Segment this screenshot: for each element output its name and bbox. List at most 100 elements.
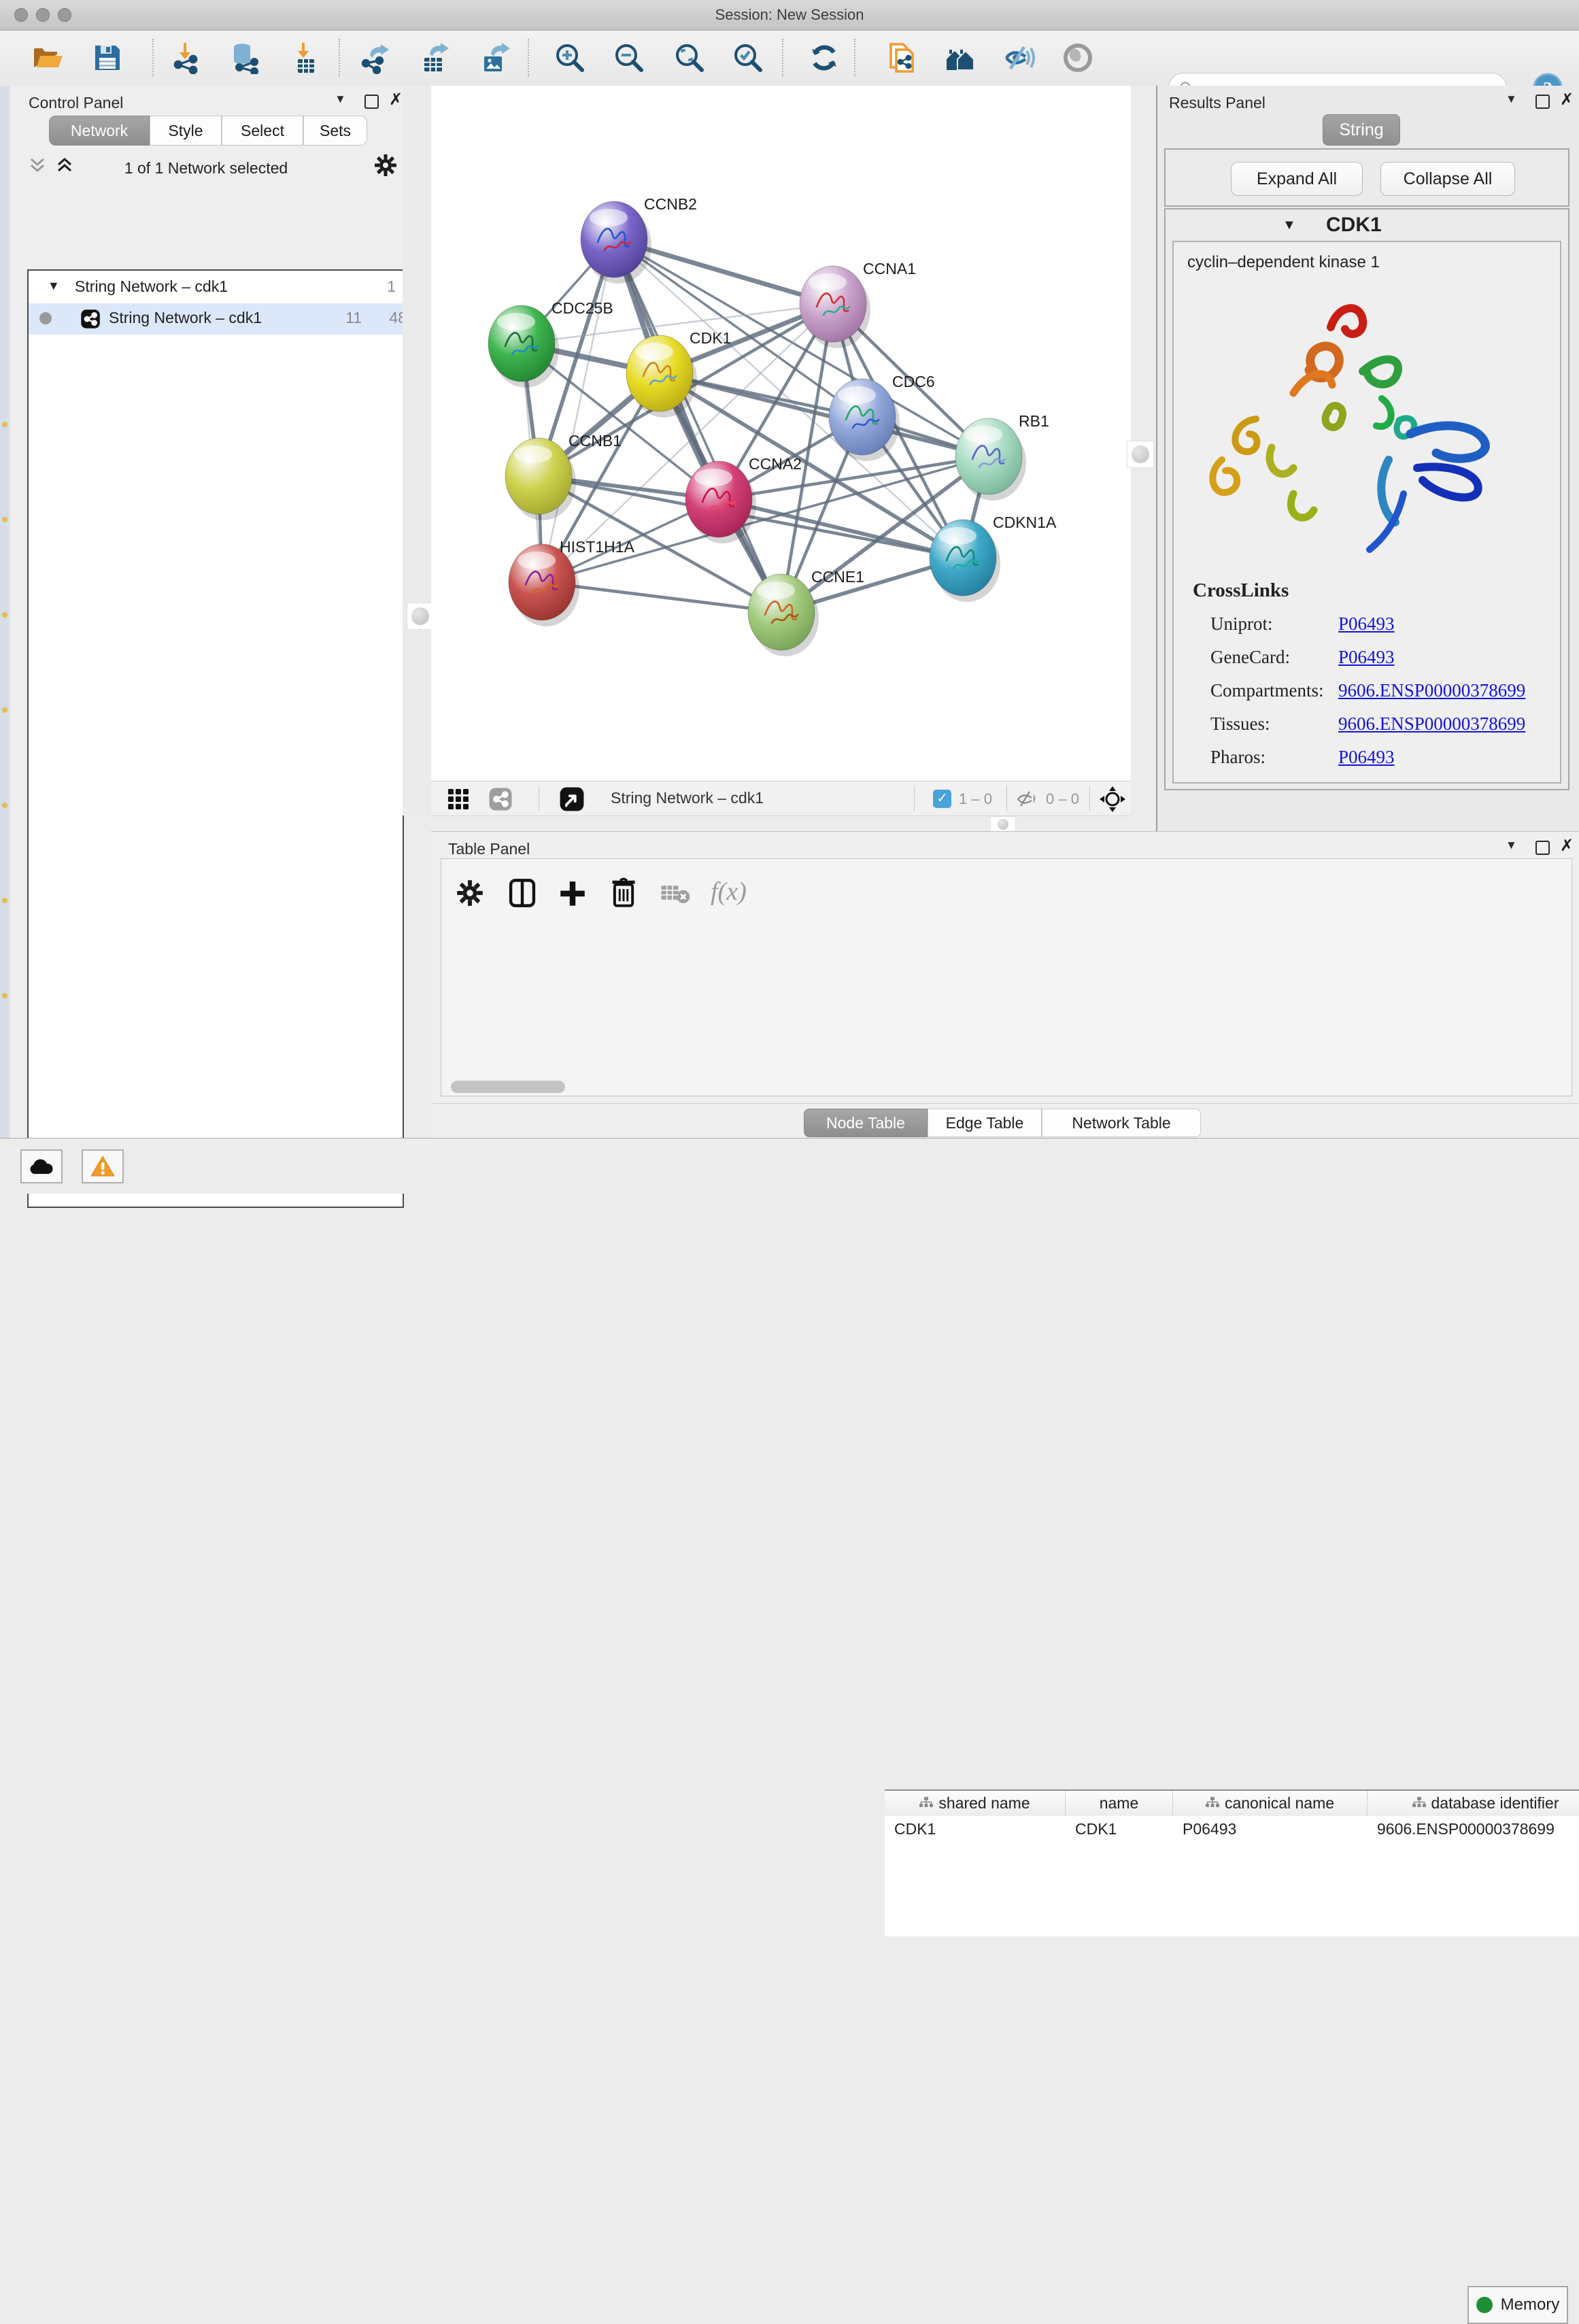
table-row[interactable]: CDK1CDK1P064939606.ENSP00000378699cyclin… [885, 1816, 1579, 1843]
table-cell: 9606.ENSP00000378699 [1368, 1816, 1579, 1843]
table-rows: CDK1CDK1P064939606.ENSP00000378699cyclin… [885, 1816, 1579, 1843]
node-CCNA1[interactable] [800, 266, 870, 348]
zoom-fit-icon[interactable] [673, 41, 706, 74]
column-header-name[interactable]: name [1066, 1791, 1173, 1816]
crosslink-link[interactable]: P06493 [1338, 747, 1395, 768]
splitter-handle[interactable] [990, 816, 1016, 832]
clone-network-icon[interactable] [885, 41, 918, 74]
fit-content-crosshair-icon[interactable] [1099, 786, 1126, 813]
table-panel-float-icon[interactable] [1535, 841, 1550, 855]
import-network-file-icon[interactable] [170, 41, 203, 74]
tab-edge-table[interactable]: Edge Table [928, 1109, 1042, 1137]
tab-network-table[interactable]: Network Table [1042, 1109, 1201, 1137]
splitter-handle[interactable] [407, 603, 434, 630]
results-panel-close-icon[interactable]: ✗ [1560, 90, 1574, 110]
network-row-selected[interactable]: String Network – cdk1 11 48 [29, 303, 403, 335]
horizontal-scrollbar[interactable] [451, 1081, 565, 1093]
control-panel-close-icon[interactable]: ✗ [389, 90, 403, 110]
show-columns-icon[interactable] [508, 878, 537, 908]
node-RB1[interactable] [955, 418, 1026, 501]
delete-column-icon[interactable] [610, 877, 637, 908]
column-header-database-identifier[interactable]: database identifier [1368, 1791, 1579, 1816]
tab-style[interactable]: Style [150, 116, 222, 146]
export-image-icon[interactable] [479, 41, 511, 74]
cloud-status-button[interactable] [20, 1149, 63, 1183]
results-panel-float-icon[interactable] [1535, 95, 1550, 109]
node-CDKN1A[interactable] [930, 520, 1000, 602]
import-network-database-icon[interactable] [228, 41, 261, 74]
crosslink-link[interactable]: 9606.ENSP00000378699 [1338, 713, 1525, 735]
selected-checkbox[interactable]: ✓ [933, 790, 951, 808]
apply-layout-icon[interactable] [808, 41, 841, 74]
node-label-CDK1: CDK1 [690, 329, 731, 347]
edge-CDK1-RB1[interactable] [660, 373, 989, 456]
tab-network[interactable]: Network [49, 116, 150, 146]
node-CCNB2[interactable] [581, 201, 651, 284]
crosslink-link[interactable]: P06493 [1338, 647, 1395, 668]
column-header-shared-name[interactable]: shared name [885, 1791, 1066, 1816]
crosslink-label: Pharos: [1210, 747, 1338, 768]
column-header-canonical-name[interactable]: canonical name [1173, 1791, 1368, 1816]
tab-node-table-label: Node Table [826, 1114, 905, 1132]
node-CDK1[interactable] [626, 335, 697, 418]
import-table-icon[interactable] [288, 41, 321, 74]
node-CCNE1[interactable] [748, 574, 819, 656]
crosslink-link[interactable]: 9606.ENSP00000378699 [1338, 680, 1525, 701]
collection-expander-icon[interactable]: ▼ [48, 279, 60, 293]
splitter-handle[interactable] [1127, 441, 1154, 468]
grid-view-icon[interactable] [447, 788, 469, 810]
network-options-gear-icon[interactable] [374, 154, 397, 177]
zoom-selected-icon[interactable] [732, 41, 764, 74]
control-panel-float-icon[interactable] [364, 95, 379, 109]
memory-button[interactable]: Memory [1467, 2286, 1568, 2324]
cloud-icon [28, 1156, 55, 1177]
status-bar: Memory [0, 1138, 1579, 1194]
add-column-icon[interactable] [558, 878, 587, 908]
warning-status-button[interactable] [82, 1149, 124, 1183]
node-CDC25B[interactable] [488, 305, 559, 388]
crosslink-link[interactable]: P06493 [1338, 613, 1395, 635]
expand-all-button[interactable]: Expand All [1231, 162, 1363, 196]
background-window-dot [2, 993, 7, 998]
tab-select[interactable]: Select [222, 116, 303, 146]
delete-table-icon [660, 883, 690, 904]
export-table-icon[interactable] [419, 41, 452, 74]
function-builder-icon: f(x) [711, 877, 747, 907]
network-canvas[interactable]: CCNB2CCNA1CDC25BCDK1CDC6RB1CCNB1CCNA2CDK… [431, 86, 1131, 781]
node-label-CCNE1: CCNE1 [811, 568, 864, 586]
first-neighbors-icon[interactable] [944, 41, 977, 74]
edge-CCNB2-HIST1H1A[interactable] [542, 239, 614, 582]
zoom-in-icon[interactable] [554, 41, 586, 74]
show-all-icon[interactable] [1062, 41, 1094, 74]
tab-sets[interactable]: Sets [303, 116, 367, 146]
save-session-icon[interactable] [91, 41, 124, 74]
tab-node-table[interactable]: Node Table [804, 1109, 928, 1137]
network-collection-row[interactable]: ▼ String Network – cdk1 1 [29, 272, 403, 303]
tab-sets-label: Sets [320, 122, 351, 140]
vertical-splitter-left[interactable] [403, 86, 431, 815]
results-panel-menu-icon[interactable]: ▼ [1506, 92, 1517, 106]
gene-description: cyclin–dependent kinase 1 [1187, 253, 1380, 272]
control-panel-menu-icon[interactable]: ▼ [335, 92, 346, 106]
vertical-splitter-right[interactable] [1131, 86, 1156, 831]
crosslinks-list: Uniprot:P06493GeneCard:P06493Compartment… [1210, 613, 1550, 780]
export-network-icon[interactable] [359, 41, 392, 74]
zoom-out-icon[interactable] [613, 41, 645, 74]
network-share-view-icon[interactable] [488, 787, 513, 811]
node-CDC6[interactable] [829, 379, 900, 461]
table-panel-menu-icon[interactable]: ▼ [1506, 839, 1517, 852]
hide-selected-icon[interactable] [1002, 41, 1035, 74]
table-header-row: shared namenamecanonical namedatabase id… [885, 1791, 1579, 1816]
node-CCNA2[interactable] [685, 461, 756, 543]
table-options-gear-icon[interactable] [456, 879, 483, 907]
table-cell: P06493 [1173, 1816, 1368, 1843]
table-panel-close-icon[interactable]: ✗ [1560, 836, 1574, 856]
gene-expander-icon[interactable]: ▼ [1283, 218, 1296, 233]
toolbar-separator [782, 39, 783, 77]
collapse-all-button[interactable]: Collapse All [1380, 162, 1515, 196]
open-session-icon[interactable] [31, 41, 64, 74]
tab-string[interactable]: String [1323, 114, 1400, 146]
horizontal-splitter[interactable] [431, 815, 1131, 832]
edge-CCNB2-CCNE1[interactable] [614, 239, 781, 612]
navigator-icon[interactable] [559, 786, 585, 812]
